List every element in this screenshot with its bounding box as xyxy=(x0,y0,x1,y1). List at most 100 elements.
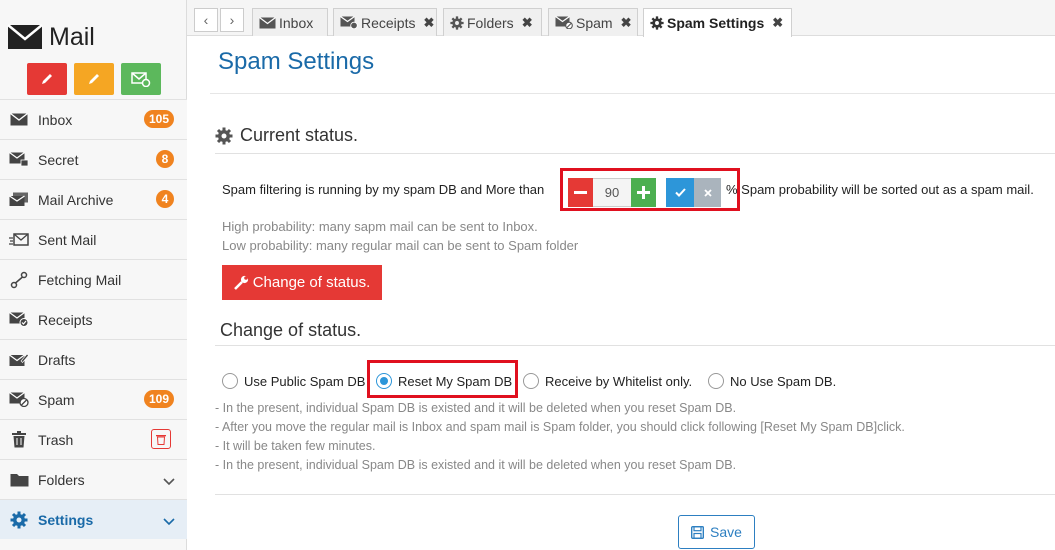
tab-spam[interactable]: Spam ✖ xyxy=(548,8,638,36)
compose-actions xyxy=(27,63,161,95)
pencil-icon xyxy=(89,74,99,84)
status-text-after: % Spam probability will be sorted out as… xyxy=(726,182,1034,197)
divider xyxy=(215,345,1055,346)
chevron-left-icon: ‹ xyxy=(203,12,209,28)
draft-icon xyxy=(8,351,30,369)
tab-scroll-left-button[interactable]: ‹ xyxy=(194,8,218,32)
sidebar-item-label: Inbox xyxy=(38,111,73,128)
sidebar-item-folders[interactable]: Folders xyxy=(0,459,187,499)
folder-icon xyxy=(8,471,30,489)
sent-mail-icon xyxy=(8,231,30,249)
chevron-down-icon[interactable] xyxy=(163,473,175,491)
tab-bar: ‹ › Inbox Receipts ✖ Folders ✖ Spam ✖ Sp… xyxy=(187,0,1055,37)
sidebar-item-sent-mail[interactable]: Sent Mail xyxy=(0,219,187,259)
gear-icon xyxy=(650,16,664,30)
radio-use-public-spam-db[interactable]: Use Public Spam DB xyxy=(222,373,365,389)
divider xyxy=(210,93,1055,94)
trash-icon xyxy=(8,431,30,449)
decrement-button[interactable] xyxy=(568,178,593,207)
fetch-icon xyxy=(8,271,30,289)
sidebar-item-fetching-mail[interactable]: Fetching Mail xyxy=(0,259,187,299)
radio-circle xyxy=(376,373,392,389)
sidebar-item-mail-archive[interactable]: Mail Archive 4 xyxy=(0,179,187,219)
sidebar-item-label: Settings xyxy=(38,511,94,528)
sidebar-item-label: Drafts xyxy=(38,351,76,368)
cancel-button[interactable] xyxy=(694,178,721,207)
tab-label: Receipts xyxy=(361,14,416,31)
app-name: Mail xyxy=(49,22,95,51)
button-label: Save xyxy=(710,524,742,540)
tab-label: Inbox xyxy=(279,14,314,31)
radio-receive-by-whitelist[interactable]: Receive by Whitelist only. xyxy=(523,373,692,389)
radio-circle xyxy=(222,373,238,389)
count-badge: 8 xyxy=(156,150,174,168)
close-icon[interactable]: ✖ xyxy=(621,15,632,31)
section-title: Current status. xyxy=(240,125,359,145)
close-icon[interactable]: ✖ xyxy=(772,15,783,31)
gear-icon xyxy=(215,127,233,145)
sidebar-item-trash[interactable]: Trash xyxy=(0,419,187,459)
radio-reset-my-spam-db[interactable]: Reset My Spam DB xyxy=(376,373,512,389)
mail-settings-button[interactable] xyxy=(121,63,161,95)
tab-scroll-right-button[interactable]: › xyxy=(220,8,244,32)
tab-receipts[interactable]: Receipts ✖ xyxy=(333,8,437,36)
envelope-lock-icon xyxy=(8,151,30,169)
compose-button[interactable] xyxy=(27,63,67,95)
sidebar-item-label: Secret xyxy=(38,151,79,168)
radio-label: No Use Spam DB. xyxy=(730,373,837,389)
close-icon[interactable]: ✖ xyxy=(423,15,434,31)
envelope-gear-icon xyxy=(131,72,151,87)
sidebar-item-inbox[interactable]: Inbox 105 xyxy=(0,99,187,139)
save-button[interactable]: Save xyxy=(678,515,755,549)
count-badge: 109 xyxy=(143,390,174,408)
tab-folders[interactable]: Folders ✖ xyxy=(443,8,542,36)
tab-label: Folders xyxy=(467,14,514,31)
threshold-input[interactable]: 90 xyxy=(593,178,631,207)
wrench-icon xyxy=(233,275,249,290)
edit-button[interactable] xyxy=(74,63,114,95)
gear-icon xyxy=(8,511,30,529)
gear-icon xyxy=(450,15,464,30)
envelope-icon xyxy=(7,24,43,49)
count-badge: 105 xyxy=(143,110,174,128)
envelope-check-icon xyxy=(8,311,30,329)
note-line: - In the present, individual Spam DB is … xyxy=(215,458,737,472)
close-icon[interactable]: ✖ xyxy=(522,15,533,31)
trash-icon xyxy=(156,434,166,445)
sidebar-item-receipts[interactable]: Receipts xyxy=(0,299,187,339)
radio-circle xyxy=(708,373,724,389)
radio-no-use-spam-db[interactable]: No Use Spam DB. xyxy=(708,373,836,389)
hint-low-probability: Low probability: many regular mail can b… xyxy=(222,238,579,253)
chevron-down-icon[interactable] xyxy=(163,513,175,531)
radio-label: Use Public Spam DB xyxy=(244,373,366,389)
note-line: - After you move the regular mail is Inb… xyxy=(215,420,905,434)
pencil-icon xyxy=(42,74,52,84)
spam-icon xyxy=(8,391,30,409)
confirm-button[interactable] xyxy=(666,178,694,207)
change-status-heading: Change of status. xyxy=(220,320,362,340)
tab-label: Spam Settings xyxy=(667,15,765,31)
sidebar-item-drafts[interactable]: Drafts xyxy=(0,339,187,379)
sidebar-nav: Inbox 105 Secret 8 Mail Archive 4 Sent M… xyxy=(0,99,187,539)
empty-trash-button[interactable] xyxy=(151,429,171,449)
envelope-icon xyxy=(259,16,276,29)
status-text-before: Spam filtering is running by my spam DB … xyxy=(222,182,545,197)
spam-icon xyxy=(555,16,573,29)
tab-spam-settings[interactable]: Spam Settings ✖ xyxy=(643,8,792,37)
tab-inbox[interactable]: Inbox xyxy=(252,8,328,36)
sidebar-item-label: Folders xyxy=(38,471,85,488)
save-icon xyxy=(691,525,705,539)
sidebar-item-secret[interactable]: Secret 8 xyxy=(0,139,187,179)
change-status-button[interactable]: Change of status. xyxy=(222,265,382,300)
divider xyxy=(215,494,1055,495)
radio-circle xyxy=(523,373,539,389)
sidebar-item-label: Receipts xyxy=(38,311,93,328)
sidebar-item-settings[interactable]: Settings xyxy=(0,499,187,539)
brand[interactable]: Mail xyxy=(7,20,95,54)
radio-label: Reset My Spam DB xyxy=(398,373,513,389)
envelope-check-icon xyxy=(340,16,358,29)
sidebar-item-spam[interactable]: Spam 109 xyxy=(0,379,187,419)
radio-label: Receive by Whitelist only. xyxy=(545,373,693,389)
threshold-stepper: 90 xyxy=(560,168,740,211)
increment-button[interactable] xyxy=(631,178,656,207)
